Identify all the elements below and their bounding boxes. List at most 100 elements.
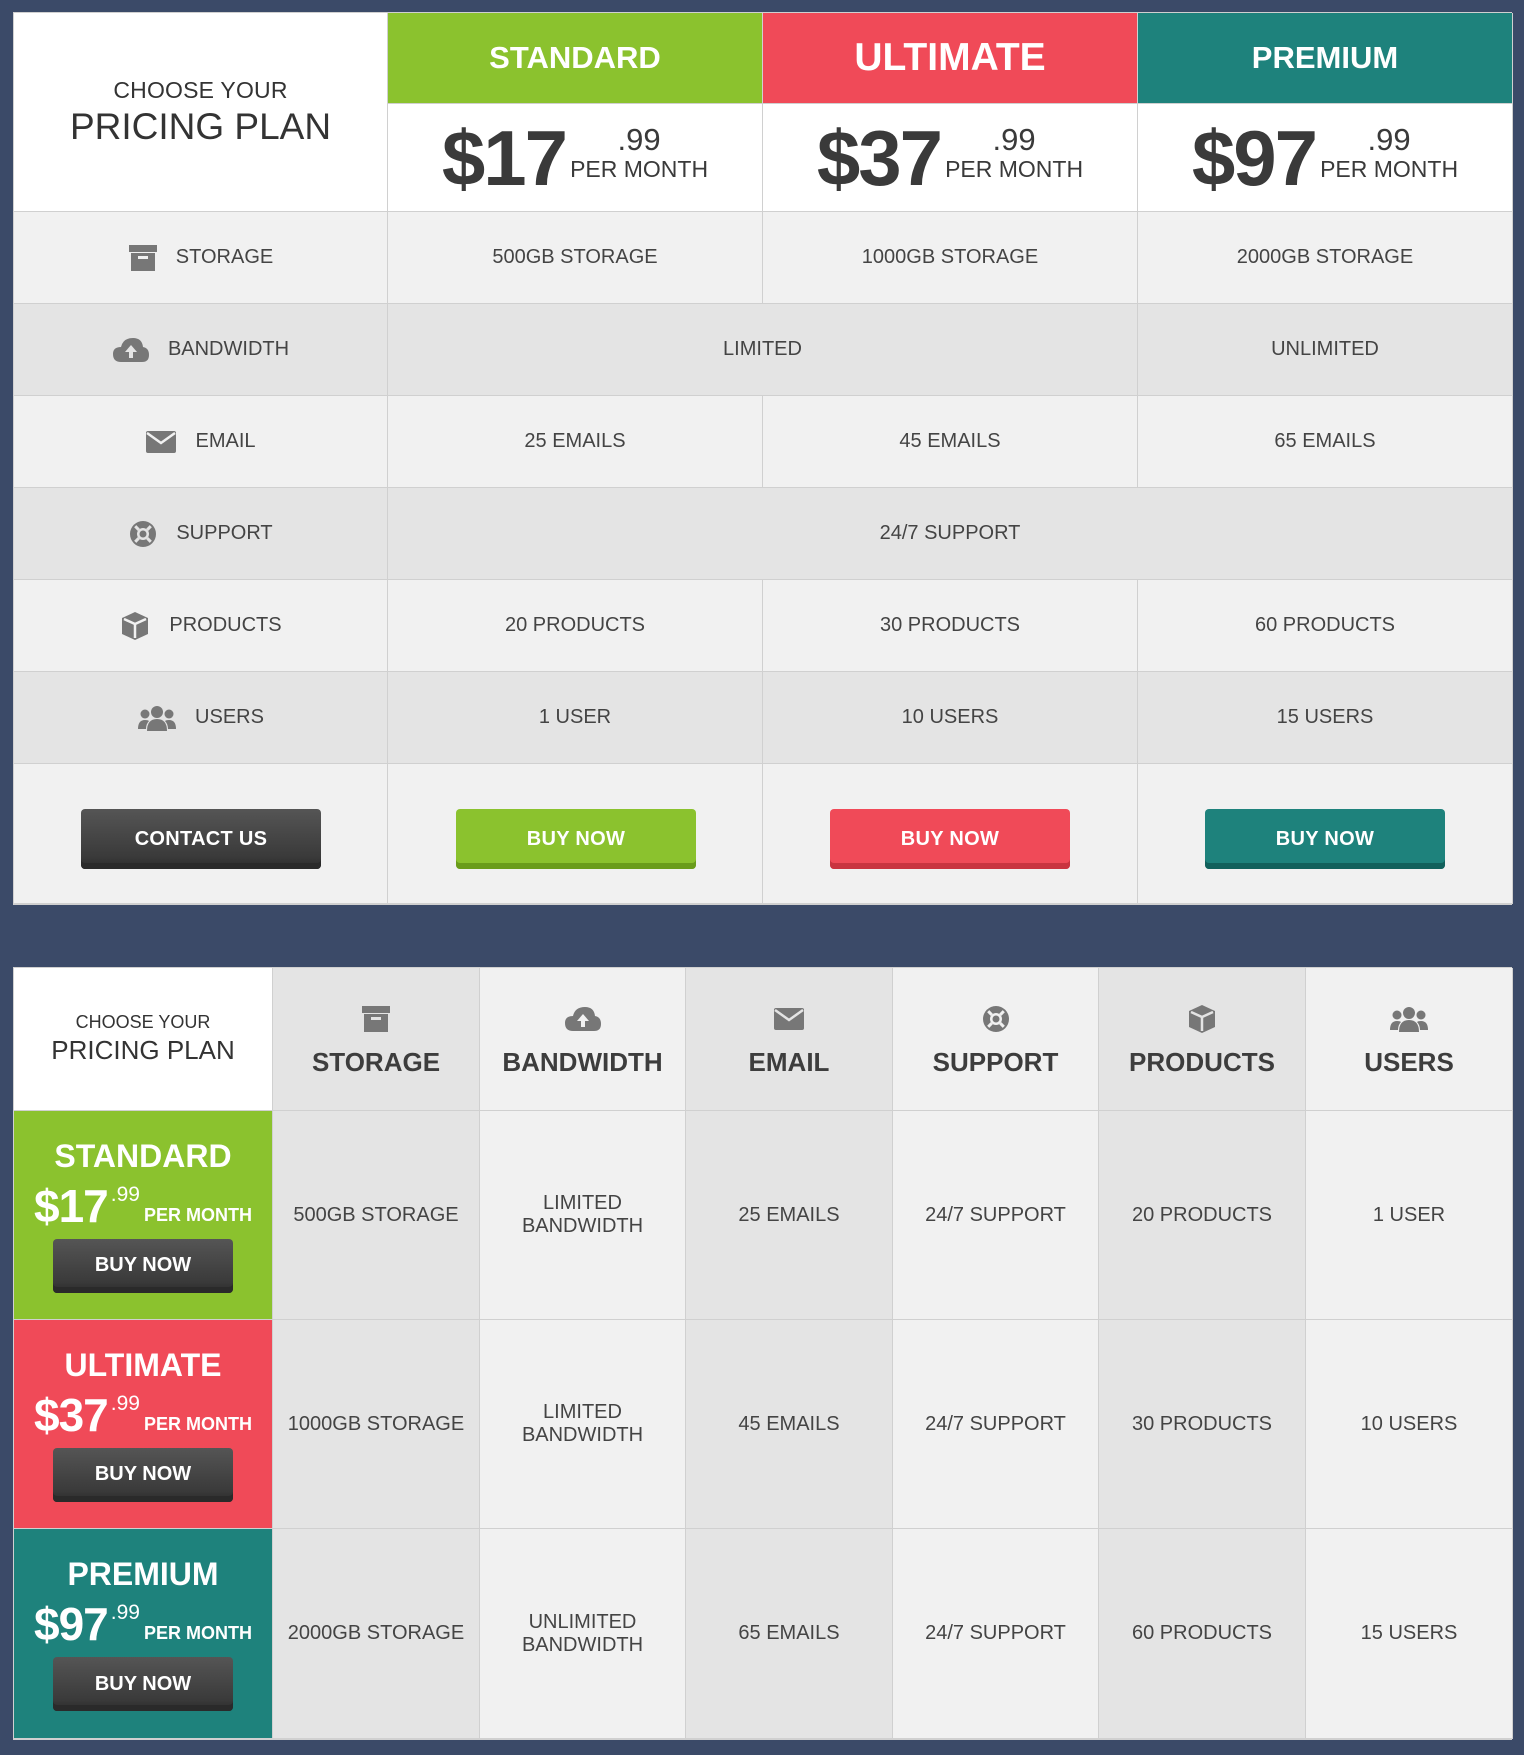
- feature-label: SUPPORT: [176, 522, 273, 544]
- bandwidth-standard: LIMITED BANDWIDTH: [480, 1111, 686, 1320]
- products-value: 20 PRODUCTS: [504, 614, 646, 636]
- column-header-support: SUPPORT: [893, 968, 1099, 1111]
- products-value: 60 PRODUCTS: [1254, 614, 1396, 636]
- price-period: PER MONTH: [143, 1623, 252, 1643]
- products-value: 60 PRODUCTS: [1131, 1622, 1273, 1644]
- life-ring-icon: [981, 1001, 1011, 1037]
- products-standard: 20 PRODUCTS: [1099, 1111, 1306, 1320]
- products-ultimate: 30 PRODUCTS: [1099, 1320, 1306, 1529]
- price-cents: .99: [110, 1601, 140, 1624]
- price-standard: $17 .99 PER MONTH: [388, 104, 763, 212]
- price-dollars: $17: [441, 113, 568, 202]
- price-period: PER MONTH: [143, 1413, 252, 1434]
- envelope-icon: [773, 1001, 805, 1037]
- buy-now-ultimate-button[interactable]: BUY NOW: [53, 1447, 233, 1502]
- support-premium: 24/7 SUPPORT: [893, 1529, 1099, 1739]
- users-premium: 15 USERS: [1138, 672, 1513, 764]
- buy-now-standard-button[interactable]: BUY NOW: [53, 1238, 233, 1293]
- feature-label: USERS: [195, 706, 264, 728]
- buy-now-standard-button[interactable]: BUY NOW: [456, 809, 696, 869]
- bandwidth-value: LIMITED BANDWIDTH: [521, 1192, 644, 1237]
- price-period: PER MONTH: [1320, 155, 1459, 182]
- buy-now-premium-button[interactable]: BUY NOW: [1205, 809, 1445, 869]
- buy-now-premium-button[interactable]: BUY NOW: [53, 1657, 233, 1711]
- cube-icon: [119, 610, 151, 642]
- column-header-label: USERS: [1364, 1046, 1454, 1077]
- email-value: 65 EMAILS: [738, 1622, 840, 1644]
- email-standard: 25 EMAILS: [686, 1111, 893, 1320]
- users-ultimate: 10 USERS: [1306, 1320, 1513, 1529]
- price-dollars: $37: [816, 113, 943, 202]
- intro-top-text: CHOOSE YOUR: [75, 1012, 211, 1032]
- plan-name: PREMIUM: [1251, 40, 1399, 75]
- contact-us-button[interactable]: CONTACT US: [81, 809, 321, 869]
- feature-label-users: USERS: [14, 672, 388, 764]
- bandwidth-limited-merged: LIMITED: [388, 304, 1138, 396]
- storage-ultimate: 1000GB STORAGE: [273, 1320, 480, 1529]
- users-value: 1 USER: [538, 706, 612, 728]
- column-header-label: SUPPORT: [932, 1046, 1059, 1077]
- feature-label-bandwidth: BANDWIDTH: [14, 304, 388, 396]
- products-premium: 60 PRODUCTS: [1138, 580, 1513, 672]
- users-ultimate: 10 USERS: [763, 672, 1138, 764]
- price-dollars: $97: [1191, 113, 1318, 202]
- plan-header-premium: PREMIUM: [1138, 13, 1513, 104]
- column-header-storage: STORAGE: [273, 968, 480, 1111]
- support-value: 24/7 SUPPORT: [925, 1412, 1066, 1435]
- email-value: 45 EMAILS: [738, 1412, 840, 1435]
- storage-value: 2000GB STORAGE: [1236, 246, 1414, 268]
- plan-name: ULTIMATE: [854, 36, 1046, 79]
- storage-value: 2000GB STORAGE: [287, 1622, 465, 1644]
- cube-icon: [1186, 1001, 1218, 1037]
- products-value: 20 PRODUCTS: [1131, 1203, 1273, 1226]
- cloud-upload-icon: [112, 336, 150, 364]
- price-cents: .99: [617, 121, 661, 157]
- intro-title: PRICING PLAN: [51, 1035, 235, 1065]
- feature-label-products: PRODUCTS: [14, 580, 388, 672]
- support-value: 24/7 SUPPORT: [925, 1622, 1066, 1644]
- column-header-label: PRODUCTS: [1129, 1046, 1275, 1077]
- bandwidth-premium: UNLIMITED: [1138, 304, 1513, 396]
- plan-standard: STANDARD $17.99 PER MONTH BUY NOW: [14, 1111, 273, 1320]
- products-ultimate: 30 PRODUCTS: [763, 580, 1138, 672]
- column-header-label: STORAGE: [311, 1046, 441, 1077]
- feature-label-email: EMAIL: [14, 396, 388, 488]
- life-ring-icon: [128, 519, 158, 549]
- price-cents: .99: [1367, 121, 1411, 157]
- users-icon: [1389, 1001, 1429, 1037]
- intro-top-text: CHOOSE YOUR: [113, 76, 288, 103]
- storage-value: 1000GB STORAGE: [287, 1412, 465, 1435]
- plan-name: STANDARD: [489, 40, 661, 75]
- buy-now-ultimate-button[interactable]: BUY NOW: [830, 809, 1070, 869]
- pricing-table-columns: CHOOSE YOUR PRICING PLAN STANDARD ULTIMA…: [13, 12, 1513, 905]
- price-dollars: $37: [34, 1388, 109, 1441]
- users-value: 10 USERS: [1360, 1412, 1458, 1435]
- support-value: 24/7 SUPPORT: [925, 1203, 1066, 1226]
- feature-label-support: SUPPORT: [14, 488, 388, 580]
- price-period: PER MONTH: [945, 155, 1084, 182]
- column-header-label: BANDWIDTH: [502, 1046, 663, 1077]
- feature-label: BANDWIDTH: [167, 338, 290, 360]
- plan-header-ultimate: ULTIMATE: [763, 13, 1138, 104]
- column-header-email: EMAIL: [686, 968, 893, 1111]
- storage-ultimate: 1000GB STORAGE: [763, 212, 1138, 304]
- storage-value: 500GB STORAGE: [492, 246, 658, 268]
- bandwidth-value: LIMITED: [723, 338, 802, 360]
- column-header-bandwidth: BANDWIDTH: [480, 968, 686, 1111]
- users-standard: 1 USER: [1306, 1111, 1513, 1320]
- users-icon: [137, 704, 177, 732]
- archive-icon: [361, 1001, 391, 1037]
- price-dollars: $97: [34, 1598, 109, 1650]
- plan-name: STANDARD: [54, 1137, 232, 1174]
- storage-value: 500GB STORAGE: [293, 1203, 459, 1226]
- column-header-users: USERS: [1306, 968, 1513, 1111]
- users-standard: 1 USER: [388, 672, 763, 764]
- storage-premium: 2000GB STORAGE: [273, 1529, 480, 1739]
- products-value: 30 PRODUCTS: [879, 614, 1021, 636]
- email-value: 25 EMAILS: [738, 1203, 840, 1226]
- storage-standard: 500GB STORAGE: [388, 212, 763, 304]
- products-premium: 60 PRODUCTS: [1099, 1529, 1306, 1739]
- support-merged: 24/7 SUPPORT: [388, 488, 1513, 580]
- price-cents: .99: [110, 1391, 140, 1415]
- email-premium: 65 EMAILS: [686, 1529, 893, 1739]
